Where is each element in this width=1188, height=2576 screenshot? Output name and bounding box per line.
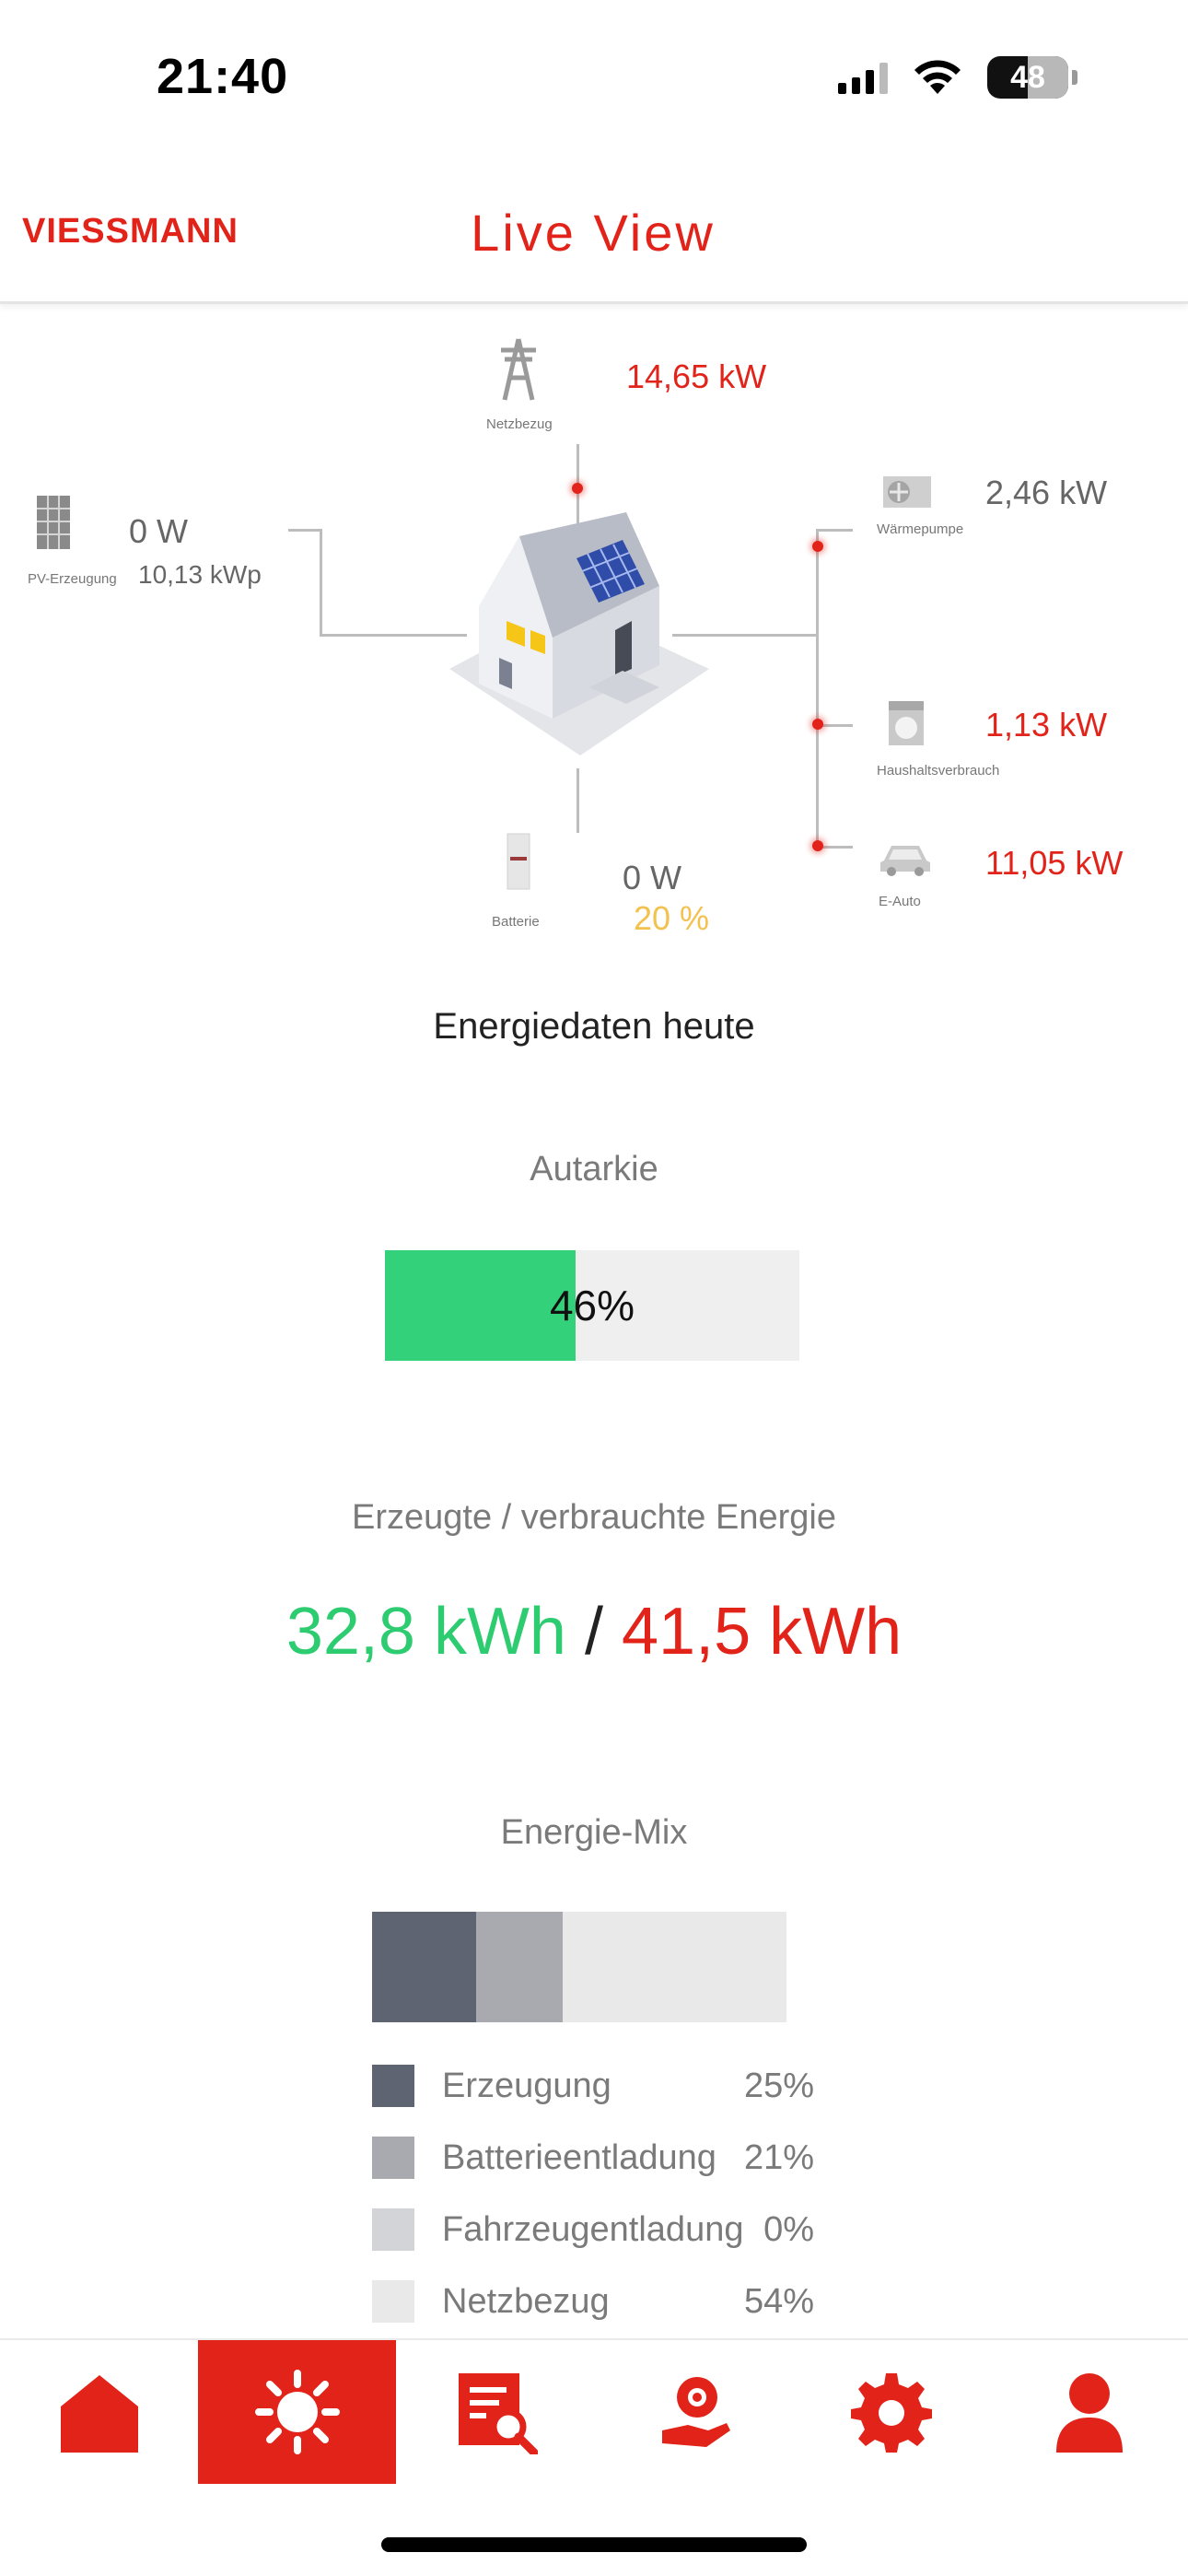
pv-label: PV-Erzeugung	[28, 571, 117, 587]
legend-value: 0%	[763, 2209, 814, 2249]
nav-profile[interactable]	[990, 2340, 1188, 2484]
legend-item: Netzbezug 54%	[372, 2266, 814, 2337]
pv-capacity: 10,13 kWp	[138, 560, 262, 589]
grid-value: 14,65 kW	[626, 357, 767, 395]
cellular-signal-icon	[838, 61, 888, 94]
battery-tip	[1072, 70, 1077, 85]
grid-label: Netzbezug	[486, 416, 553, 432]
report-search-icon	[458, 2373, 538, 2454]
nav-home[interactable]	[0, 2340, 198, 2484]
legend-swatch	[372, 2137, 414, 2179]
status-time: 21:40	[157, 49, 289, 104]
heat-pump-value: 2,46 kW	[985, 474, 1108, 511]
battery-label: Batterie	[492, 914, 540, 930]
energy-mix-bar	[372, 1912, 786, 2022]
ev-label: E-Auto	[879, 894, 921, 909]
legend-label: Erzeugung	[442, 2066, 611, 2105]
home-battery-icon	[507, 833, 530, 890]
energy-values: 32,8 kWh / 41,5 kWh	[0, 1594, 1188, 1669]
energy-mix-legend: Erzeugung 25% Batterieentladung 21% Fahr…	[372, 2050, 814, 2337]
pv-value: 0 W	[129, 512, 189, 550]
solar-panel-icon	[37, 496, 70, 549]
nav-services[interactable]	[594, 2340, 792, 2484]
connector-pv-h1	[288, 529, 321, 532]
battery-value: 0 W	[623, 859, 682, 896]
gear-icon	[850, 2373, 932, 2453]
legend-swatch	[372, 2280, 414, 2323]
legend-item: Erzeugung 25%	[372, 2050, 814, 2122]
consumed-energy: 41,5 kWh	[622, 1595, 903, 1669]
house-illustration	[449, 512, 709, 755]
nav-reports[interactable]	[396, 2340, 594, 2484]
legend-label: Fahrzeugentladung	[442, 2209, 744, 2249]
connector-pv-v	[320, 529, 322, 636]
battery-icon: 48	[987, 56, 1068, 99]
battery-soc: 20 %	[634, 899, 710, 937]
flow-dot-ev	[812, 840, 823, 851]
battery-level: 48	[1010, 59, 1045, 95]
energy-mix-segment	[372, 1912, 476, 2022]
heat-pump-label: Wärmepumpe	[877, 521, 964, 537]
flow-dot-household	[812, 719, 823, 730]
washing-machine-icon	[889, 701, 924, 745]
ev-value: 11,05 kW	[985, 844, 1124, 882]
nav-live-view[interactable]	[198, 2340, 396, 2484]
energy-separator: /	[584, 1595, 603, 1669]
legend-value: 25%	[743, 2066, 814, 2105]
legend-value: 54%	[743, 2281, 814, 2321]
car-icon	[880, 846, 930, 876]
flow-dot-grid	[572, 483, 583, 494]
legend-swatch	[372, 2208, 414, 2251]
sun-icon	[254, 2370, 340, 2454]
home-indicator[interactable]	[381, 2537, 807, 2552]
legend-value: 21%	[743, 2137, 814, 2177]
home-icon	[60, 2375, 138, 2453]
flow-dot-heatpump	[812, 541, 823, 552]
bottom-navigation	[0, 2338, 1188, 2484]
power-pylon-icon	[501, 338, 536, 401]
energy-today-title: Energiedaten heute	[433, 1006, 755, 1047]
energy-mix-title: Energie-Mix	[500, 1813, 688, 1852]
autarky-title: Autarkie	[530, 1150, 658, 1188]
energy-title: Erzeugte / verbrauchte Energie	[352, 1498, 836, 1537]
connector-right-v	[816, 529, 819, 848]
legend-item: Fahrzeugentladung 0%	[372, 2194, 814, 2266]
produced-energy: 32,8 kWh	[285, 1595, 566, 1669]
nav-settings[interactable]	[792, 2340, 990, 2484]
legend-swatch	[372, 2065, 414, 2107]
legend-item: Batterieentladung 21%	[372, 2122, 814, 2194]
legend-label: Netzbezug	[442, 2281, 610, 2321]
legend-label: Batterieentladung	[442, 2137, 716, 2177]
status-icons: 48	[838, 55, 1077, 100]
autarky-value: 46%	[549, 1282, 635, 1329]
connector-heatpump	[816, 529, 853, 532]
energy-mix-segment	[563, 1912, 786, 2022]
page-title: Live View	[471, 204, 716, 262]
user-icon	[1055, 2373, 1123, 2453]
wifi-icon	[914, 60, 961, 94]
heat-pump-icon	[883, 476, 931, 508]
hand-coin-icon	[661, 2377, 730, 2447]
energy-mix-segment	[475, 1912, 563, 2022]
app-header: VIESSMANN Live View	[0, 166, 1188, 304]
household-label: Haushaltsverbrauch	[877, 763, 1000, 779]
connector-battery	[577, 768, 579, 833]
household-value: 1,13 kW	[985, 706, 1108, 744]
autarky-progress-bar: 46%	[385, 1250, 799, 1361]
